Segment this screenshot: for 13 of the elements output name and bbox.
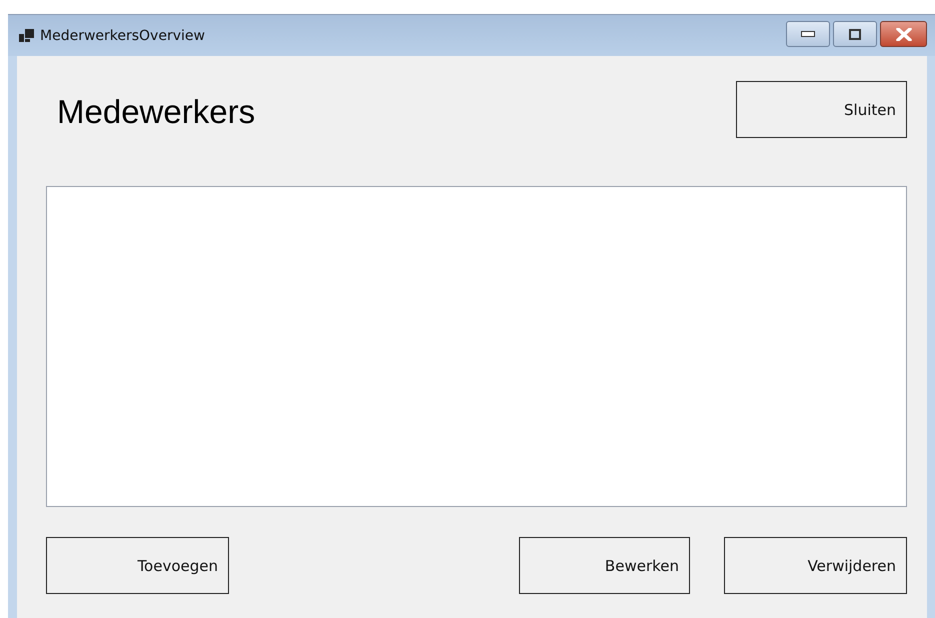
- maximize-icon: [849, 28, 861, 40]
- window-title: MederwerkersOverview: [40, 28, 205, 44]
- app-icon: [18, 28, 36, 44]
- minimize-icon: [801, 31, 815, 37]
- action-button[interactable]: Verwijderen: [724, 537, 907, 594]
- action-button[interactable]: Toevoegen: [46, 537, 229, 594]
- action-button[interactable]: Bewerken: [519, 537, 690, 594]
- close-form-button[interactable]: Sluiten: [736, 81, 907, 138]
- minimize-button[interactable]: [786, 21, 830, 47]
- close-button[interactable]: [880, 21, 927, 47]
- maximize-button[interactable]: [833, 21, 877, 47]
- page-heading: Medewerkers: [57, 93, 256, 131]
- close-icon: [896, 28, 912, 40]
